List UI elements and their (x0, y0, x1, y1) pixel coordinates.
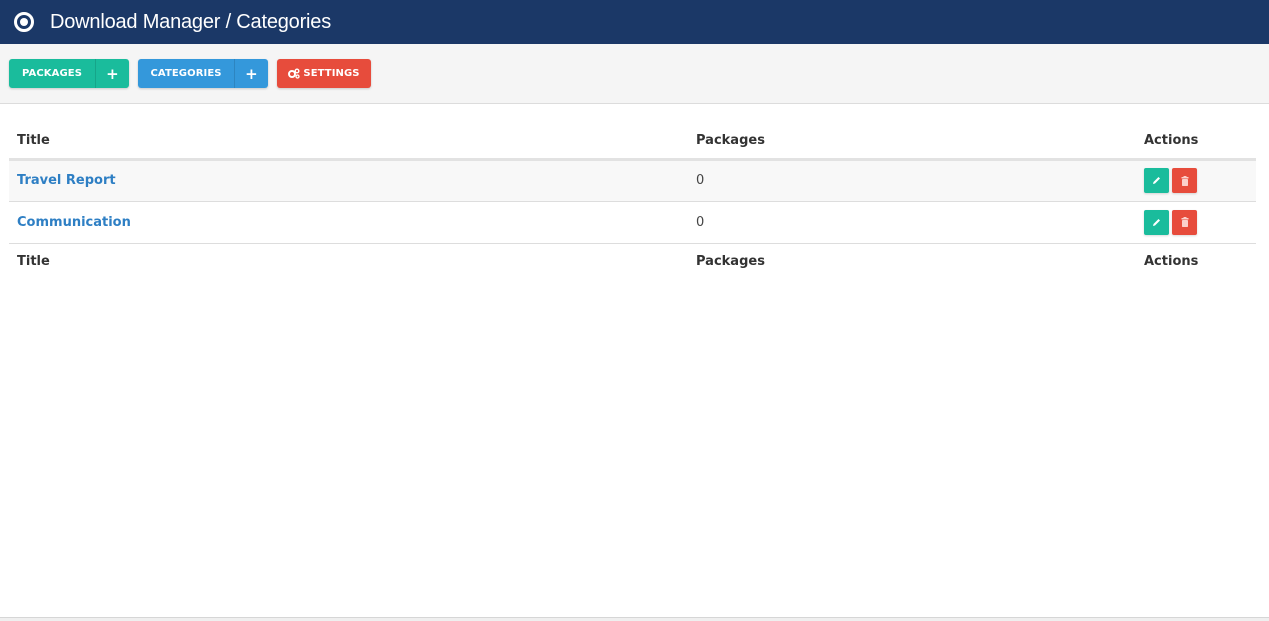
trash-icon (1181, 175, 1188, 186)
delete-button[interactable] (1172, 168, 1197, 193)
table-row: Communication 0 (9, 201, 1256, 244)
column-footer-title: Title (17, 253, 50, 269)
gears-icon (288, 68, 301, 79)
edit-button[interactable] (1144, 168, 1169, 193)
pencil-icon (1153, 218, 1160, 226)
column-footer-actions: Actions (1144, 253, 1199, 269)
category-title-link[interactable]: Communication (17, 215, 131, 230)
toolbar: PACKAGES + CATEGORIES + SETTINGS (0, 44, 1269, 104)
package-count: 0 (688, 201, 1136, 244)
categories-table: Title Packages Actions Travel Report 0 C… (9, 124, 1256, 279)
table-header-row: Title Packages Actions (9, 124, 1256, 161)
settings-button[interactable]: SETTINGS (277, 59, 371, 88)
record-circle-icon (14, 12, 34, 32)
delete-button[interactable] (1172, 209, 1197, 235)
add-category-button[interactable]: + (234, 59, 268, 88)
app-header: Download Manager / Categories (0, 0, 1269, 44)
categories-button-group: CATEGORIES + (138, 59, 268, 88)
trash-icon (1181, 217, 1188, 227)
table-footer-row: Title Packages Actions (9, 243, 1256, 279)
pencil-icon (1153, 177, 1160, 184)
package-count: 0 (688, 159, 1136, 202)
page-title: Download Manager / Categories (50, 10, 332, 33)
settings-label: SETTINGS (303, 68, 360, 79)
packages-button[interactable]: PACKAGES (9, 59, 95, 88)
packages-button-group: PACKAGES + (9, 59, 129, 88)
categories-button[interactable]: CATEGORIES (138, 59, 234, 88)
table-row: Travel Report 0 (9, 159, 1256, 202)
edit-button[interactable] (1144, 209, 1169, 235)
column-header-packages[interactable]: Packages (688, 124, 1136, 161)
add-package-button[interactable]: + (95, 59, 129, 88)
column-header-title[interactable]: Title (9, 124, 688, 161)
category-title-link[interactable]: Travel Report (17, 173, 116, 188)
column-footer-packages: Packages (696, 253, 765, 269)
column-header-actions: Actions (1136, 124, 1256, 161)
